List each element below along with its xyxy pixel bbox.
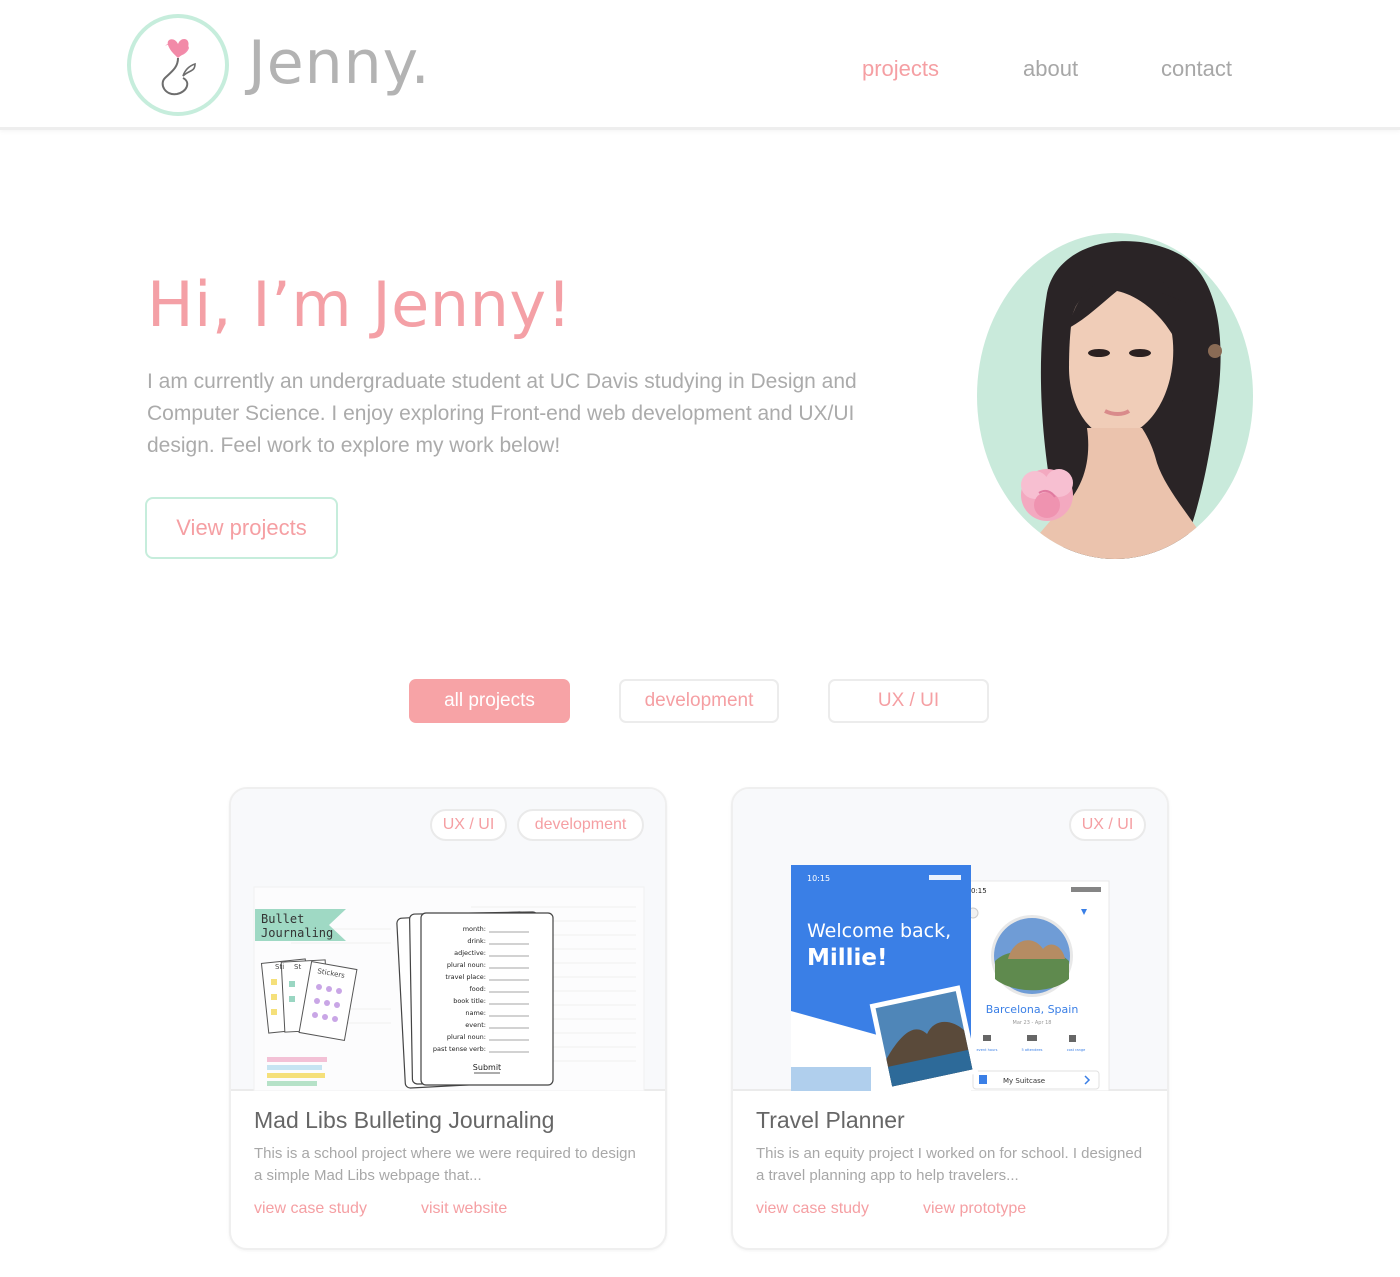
filter-development[interactable]: development <box>619 679 779 723</box>
view-projects-button[interactable]: View projects <box>145 497 338 559</box>
thumb-banner-line1: Bullet <box>261 912 304 926</box>
svg-text:event hours: event hours <box>977 1048 998 1052</box>
hero-title: Hi, I’m Jenny! <box>147 268 572 341</box>
svg-text:5 attendees: 5 attendees <box>1022 1048 1043 1052</box>
svg-text:St: St <box>294 963 301 971</box>
svg-text:book title:: book title: <box>453 997 486 1005</box>
view-case-study-link[interactable]: view case study <box>254 1200 367 1218</box>
logo-text[interactable]: Jenny. <box>248 28 431 98</box>
svg-text:past tense verb:: past tense verb: <box>433 1045 486 1053</box>
nav-projects[interactable]: projects <box>862 56 939 82</box>
project-title: Mad Libs Bulleting Journaling <box>254 1107 555 1133</box>
view-prototype-link[interactable]: view prototype <box>923 1200 1026 1218</box>
form-submit-label: Submit <box>473 1063 501 1072</box>
thumb-banner-line2: Journaling <box>261 926 333 940</box>
logo-flower-icon[interactable] <box>127 14 229 116</box>
welcome-line1: Welcome back, <box>807 920 951 942</box>
filter-ux-ui[interactable]: UX / UI <box>828 679 989 723</box>
phone-time: 10:15 <box>807 874 830 883</box>
project-description: This is an equity project I worked on fo… <box>756 1145 1143 1184</box>
filter-all-projects[interactable]: all projects <box>409 679 570 723</box>
svg-text:plural noun:: plural noun: <box>447 1033 486 1041</box>
welcome-line2: Millie! <box>807 945 888 971</box>
svg-text:travel place:: travel place: <box>445 973 486 981</box>
svg-text:Sti: Sti <box>275 963 284 971</box>
hero-description: I am currently an undergraduate student … <box>147 370 857 457</box>
svg-text:plural noun:: plural noun: <box>447 961 486 969</box>
view-case-study-link[interactable]: view case study <box>756 1200 869 1218</box>
svg-text:adjective:: adjective: <box>454 949 486 957</box>
project-card-mad-libs[interactable]: Bullet Journaling Sti St Stickers month:… <box>229 787 667 1250</box>
svg-text:cost range: cost range <box>1067 1048 1086 1052</box>
profile-photo <box>977 233 1254 560</box>
svg-text:0:15: 0:15 <box>971 887 987 895</box>
svg-text:Mar 23 - Apr 18: Mar 23 - Apr 18 <box>1013 1020 1052 1026</box>
form-field: month: <box>463 925 486 933</box>
svg-text:name:: name: <box>465 1009 486 1017</box>
project-card-travel-planner[interactable]: 0:15 Barcelona, Spain Mar 23 - Apr 18 ev… <box>731 787 1169 1250</box>
visit-website-link[interactable]: visit website <box>421 1200 507 1218</box>
nav-about[interactable]: about <box>1023 56 1078 82</box>
svg-text:food:: food: <box>469 985 486 993</box>
nav-contact[interactable]: contact <box>1161 56 1232 82</box>
project-description: This is a school project where we were r… <box>254 1145 636 1184</box>
tag-ux-ui: UX / UI <box>1069 809 1146 841</box>
project-title: Travel Planner <box>756 1107 905 1133</box>
tag-development: development <box>517 809 644 841</box>
svg-text:event:: event: <box>465 1021 486 1029</box>
tag-ux-ui: UX / UI <box>430 809 507 841</box>
svg-text:drink:: drink: <box>467 937 486 945</box>
destination-label: Barcelona, Spain <box>986 1003 1079 1016</box>
site-header: Jenny. projects about contact <box>0 0 1400 130</box>
svg-text:My Suitcase: My Suitcase <box>1003 1077 1045 1085</box>
